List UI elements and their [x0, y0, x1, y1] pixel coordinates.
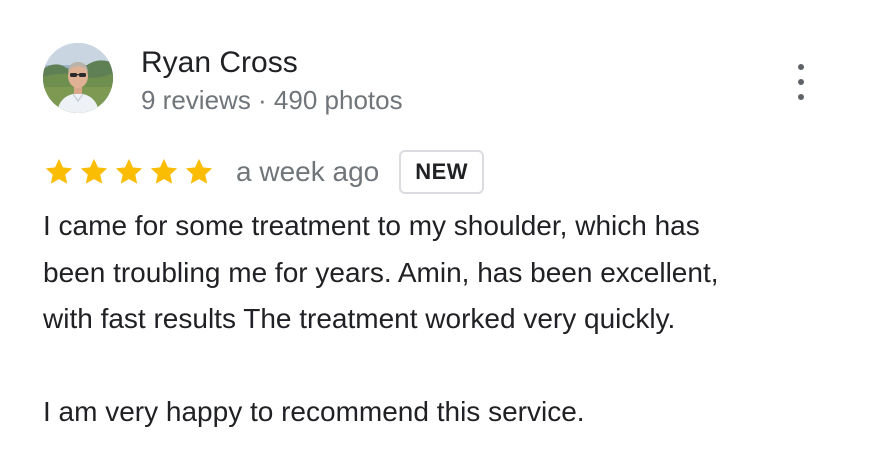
- more-vert-icon-dot: [798, 79, 804, 85]
- rating-row: a week ago NEW: [43, 150, 485, 194]
- star-icon: [45, 158, 73, 184]
- star-rating: [43, 156, 215, 188]
- review-paragraph: I am very happy to recommend this servic…: [43, 396, 585, 427]
- star-icon: [115, 158, 143, 184]
- reviewer-name[interactable]: Ryan Cross: [141, 45, 298, 81]
- reviewer-stats: 9 reviews · 490 photos: [141, 85, 403, 115]
- new-badge: NEW: [399, 150, 485, 194]
- star-icon: [80, 158, 108, 184]
- star-icon: [150, 158, 178, 184]
- more-vert-icon: [798, 64, 804, 70]
- review-paragraph: I came for some treatment to my shoulder…: [43, 210, 719, 334]
- star-icon: [185, 158, 213, 184]
- review-text: I came for some treatment to my shoulder…: [43, 203, 843, 436]
- more-options-button[interactable]: [788, 64, 814, 100]
- avatar[interactable]: [43, 43, 113, 113]
- profile-photo: [43, 43, 113, 113]
- review-card: Ryan Cross 9 reviews · 490 photos a week…: [0, 0, 870, 456]
- more-vert-icon-dot: [798, 94, 804, 100]
- review-date: a week ago: [236, 156, 380, 187]
